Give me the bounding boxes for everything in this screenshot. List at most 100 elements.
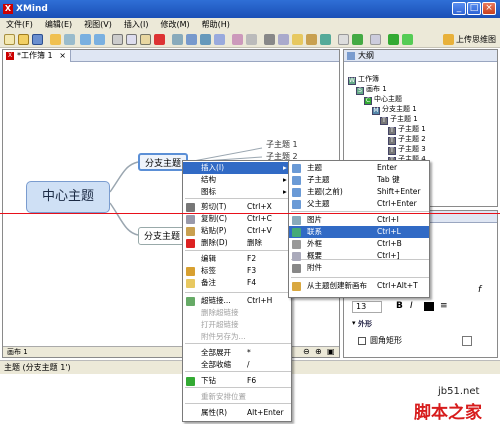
cut-icon: [186, 203, 195, 212]
menu-item-label: 附件另存为...: [201, 332, 246, 341]
outline-item[interactable]: C 中心主题: [364, 94, 402, 105]
context-menu-item-label[interactable]: 标签 F3: [183, 265, 291, 277]
filter-icon[interactable]: [352, 34, 363, 45]
drill-down-icon: [186, 377, 195, 386]
outline-item[interactable]: T 子主题 2: [388, 134, 426, 145]
submenu-item-relationship[interactable]: 联系 Ctrl+L: [289, 226, 429, 238]
menu-item-label: 属性(R): [201, 408, 228, 417]
submenu-item-summary[interactable]: 概要 Ctrl+]: [289, 250, 429, 262]
submenu-item-subtopic[interactable]: 子主题 Tab 键: [289, 174, 429, 186]
context-menu-item-expand-all[interactable]: 全部展开 *: [183, 347, 291, 359]
notes-icon: [186, 279, 195, 288]
menu-item-label: 全部收缩: [201, 360, 231, 369]
context-menu-item-cut[interactable]: 剪切(T) Ctrl+X: [183, 201, 291, 213]
shape-checkbox[interactable]: [358, 337, 366, 345]
context-menu-item-notes[interactable]: 备注 F4: [183, 277, 291, 289]
submenu-item-boundary[interactable]: 外框 Ctrl+B: [289, 238, 429, 250]
central-topic[interactable]: 中心主题: [26, 181, 110, 213]
insert-submenu: 主题 Enter 子主题 Tab 键主题(之前) Shift+Enter 父主题 Ctrl+…: [288, 160, 430, 298]
menu-separator: [185, 250, 291, 251]
outline-tab-label[interactable]: 大纲: [358, 51, 374, 60]
context-menu-item-paste[interactable]: 粘贴(P) Ctrl+V: [183, 225, 291, 237]
context-menu-item-hyperlink[interactable]: 超链接... Ctrl+H: [183, 295, 291, 307]
context-menu-item-insert[interactable]: 插入(I) ▸: [183, 162, 291, 174]
menu-separator: [185, 371, 291, 372]
copy-icon: [186, 215, 195, 224]
outline-item[interactable]: T 子主题 3: [388, 144, 426, 155]
arrow-down-icon[interactable]: [388, 34, 399, 45]
menu-item-shortcut: F4: [247, 278, 257, 287]
context-menu-item-reposition[interactable]: 重新安排位置: [183, 391, 291, 403]
collapse-icon[interactable]: ▾: [352, 319, 356, 327]
menu-item-label: 子主题: [307, 175, 330, 184]
upload-map-button[interactable]: 上传思维图: [442, 34, 496, 46]
menu-item-label: 删除超链接: [201, 308, 239, 317]
image-icon: [292, 216, 301, 225]
submenu-item-topic[interactable]: 主题 Enter: [289, 162, 429, 174]
bold-icon[interactable]: B: [396, 301, 403, 311]
close-icon[interactable]: ×: [482, 2, 496, 15]
minimize-icon[interactable]: _: [452, 2, 466, 15]
arrow-up-icon[interactable]: [402, 34, 413, 45]
outline-item-label: 子主题 1: [398, 125, 426, 133]
outline-item-label: 子主题 1: [390, 115, 418, 123]
submenu-arrow-icon: ▸: [283, 187, 287, 196]
italic-icon[interactable]: I: [410, 301, 413, 311]
menu-item-shortcut: *: [247, 348, 251, 357]
menu-item-shortcut: Ctrl+]: [377, 251, 400, 260]
context-menu-item-delete[interactable]: 删除(D) 删除: [183, 237, 291, 249]
submenu-item-new-sheet-from-topic[interactable]: 从主题创建新画布 Ctrl+Alt+T: [289, 280, 429, 292]
submenu-item-attachment[interactable]: 附件: [289, 262, 429, 274]
submenu-item-parent-topic[interactable]: 父主题 Ctrl+Enter: [289, 198, 429, 210]
context-menu-item-edit[interactable]: 编辑 F2: [183, 253, 291, 265]
export-icon[interactable]: [370, 34, 381, 45]
menu-item-label: 结构: [201, 175, 216, 184]
context-menu-item-remove-hyperlink[interactable]: 删除超链接: [183, 307, 291, 319]
menu-item-shortcut: Ctrl+L: [377, 227, 401, 236]
submenu-item-image[interactable]: 图片 Ctrl+I: [289, 214, 429, 226]
paste-icon: [186, 227, 195, 236]
upload-icon: [443, 34, 454, 45]
branch-topic-1[interactable]: 分支主题: [138, 153, 189, 171]
outline-item[interactable]: T 子主题 1: [380, 114, 418, 125]
section-shape-title[interactable]: 外形: [358, 319, 372, 329]
menu-item-label: 编辑: [201, 254, 216, 263]
context-menu-item-icons[interactable]: 图标 ▸: [183, 186, 291, 198]
maximize-icon[interactable]: □: [467, 2, 481, 15]
align-icon[interactable]: ≡: [440, 301, 448, 311]
subtopic-1[interactable]: 子主题 1: [266, 139, 298, 150]
menu-item-label: 下钻: [201, 376, 216, 385]
branch-topic-2[interactable]: 分支主题: [138, 227, 187, 245]
menu-item-label: 从主题创建新画布: [307, 281, 367, 290]
label-icon: [186, 267, 195, 276]
menu-item-label: 主题: [307, 163, 322, 172]
context-menu-item-open-hyperlink[interactable]: 打开超链接: [183, 319, 291, 331]
outline-node-icon: W: [348, 77, 356, 85]
outline-item[interactable]: S 画布 1: [356, 84, 387, 95]
outline-icon: [347, 52, 355, 60]
font-color-icon[interactable]: f: [478, 285, 481, 295]
context-menu-item-properties[interactable]: 属性(R) Alt+Enter: [183, 407, 291, 419]
watermark-logo: 脚本之家: [414, 403, 482, 423]
menu-item-label: 删除(D): [201, 238, 228, 247]
context-menu-item-drill-down[interactable]: 下钻 F6: [183, 375, 291, 387]
context-menu-item-copy[interactable]: 复制(C) Ctrl+C: [183, 213, 291, 225]
text-color-icon[interactable]: [424, 302, 434, 311]
menu-item-shortcut: Alt+Enter: [247, 408, 284, 417]
outline-item[interactable]: M 分支主题 1: [372, 104, 417, 115]
outline-item-label: 子主题 2: [398, 135, 426, 143]
status-text: 主题 (分支主题 1'): [4, 363, 71, 372]
shape-color-swatch[interactable]: [462, 336, 472, 346]
menu-item-label: 附件: [307, 263, 322, 272]
font-size-field[interactable]: 13: [352, 301, 382, 313]
context-menu-item-save-attachment[interactable]: 附件另存为...: [183, 331, 291, 343]
submenu-item-topic-before[interactable]: 主题(之前) Shift+Enter: [289, 186, 429, 198]
outline-item[interactable]: W 工作簿: [348, 74, 379, 85]
hyperlink-icon: [186, 297, 195, 306]
shape-value[interactable]: 圆角矩形: [370, 335, 402, 346]
context-menu-item-collapse-all[interactable]: 全部收缩 /: [183, 359, 291, 371]
menu-item-shortcut: Ctrl+X: [247, 202, 272, 211]
menu-item-label: 外框: [307, 239, 322, 248]
outline-item[interactable]: T 子主题 1: [388, 124, 426, 135]
context-menu-item-structure[interactable]: 结构 ▸: [183, 174, 291, 186]
